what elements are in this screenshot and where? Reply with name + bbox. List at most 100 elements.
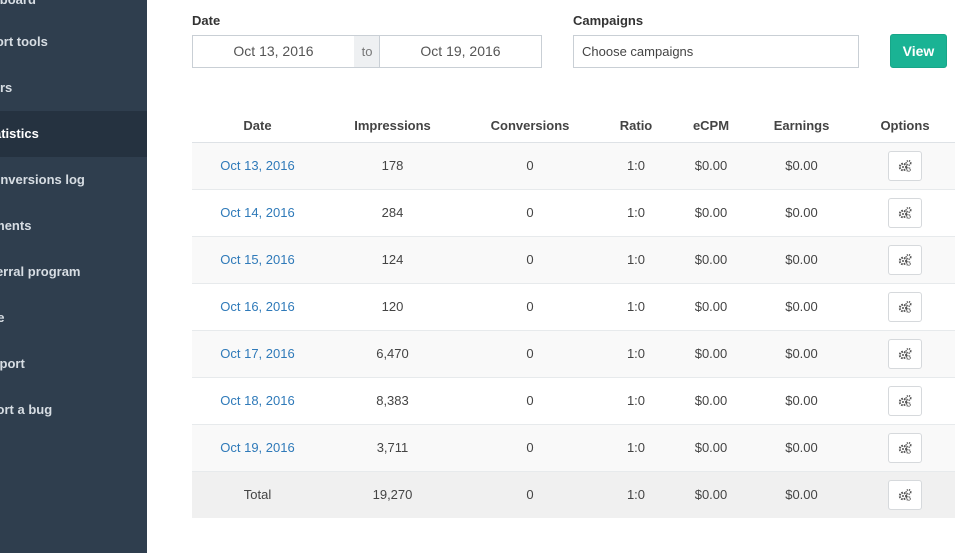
impressions-cell: 124 [323, 236, 462, 284]
date-to-input[interactable]: Oct 19, 2016 [379, 35, 542, 68]
gears-icon [898, 441, 912, 454]
ratio-cell: 1:0 [598, 330, 674, 378]
date-link[interactable]: Oct 19, 2016 [220, 440, 294, 455]
ecpm-cell: $0.00 [674, 471, 748, 518]
campaigns-select[interactable]: Choose campaigns [573, 35, 859, 68]
sidebar-item-label: Statistics [0, 126, 39, 141]
earnings-cell: $0.00 [748, 189, 855, 237]
header-ratio[interactable]: Ratio [598, 110, 674, 143]
earnings-cell: $0.00 [748, 236, 855, 284]
date-link[interactable]: Oct 17, 2016 [220, 346, 294, 361]
total-label: Total [192, 471, 323, 518]
earnings-cell: $0.00 [748, 283, 855, 331]
view-button[interactable]: View [890, 34, 947, 68]
date-label: Date [192, 13, 221, 28]
ratio-cell: 1:0 [598, 377, 674, 425]
earnings-cell: $0.00 [748, 377, 855, 425]
gears-icon [898, 253, 912, 266]
date-link[interactable]: Oct 16, 2016 [220, 299, 294, 314]
gears-icon [898, 347, 912, 360]
gears-icon [898, 488, 912, 501]
earnings-cell: $0.00 [748, 330, 855, 378]
table-row: Oct 14, 2016 284 0 1:0 $0.00 $0.00 [192, 189, 955, 237]
gears-icon [898, 300, 912, 313]
ratio-cell: 1:0 [598, 236, 674, 284]
ecpm-cell: $0.00 [674, 189, 748, 237]
options-button[interactable] [888, 479, 922, 510]
table-row: Oct 17, 2016 6,470 0 1:0 $0.00 $0.00 [192, 330, 955, 378]
ecpm-cell: $0.00 [674, 424, 748, 472]
impressions-cell: 178 [323, 142, 462, 190]
ratio-cell: 1:0 [598, 471, 674, 518]
ecpm-cell: $0.00 [674, 377, 748, 425]
table-row: Oct 15, 2016 124 0 1:0 $0.00 $0.00 [192, 236, 955, 284]
header-impressions[interactable]: Impressions [323, 110, 462, 143]
ratio-cell: 1:0 [598, 142, 674, 190]
impressions-cell: 19,270 [323, 471, 462, 518]
sidebar-item-export-tools[interactable]: Export tools [0, 19, 119, 65]
campaigns-label: Campaigns [573, 13, 644, 28]
date-link[interactable]: Oct 13, 2016 [220, 158, 294, 173]
options-button[interactable] [888, 291, 922, 322]
conversions-cell: 0 [462, 330, 598, 378]
conversions-cell: 0 [462, 471, 598, 518]
sidebar: Dashboard Export tools Offers Statistics… [0, 0, 147, 553]
date-link[interactable]: Oct 18, 2016 [220, 393, 294, 408]
date-link[interactable]: Oct 15, 2016 [220, 252, 294, 267]
date-from-input[interactable]: Oct 13, 2016 [192, 35, 355, 68]
ratio-cell: 1:0 [598, 189, 674, 237]
options-button[interactable] [888, 338, 922, 369]
gears-icon [898, 394, 912, 407]
date-link[interactable]: Oct 14, 2016 [220, 205, 294, 220]
header-options: Options [855, 110, 955, 143]
conversions-cell: 0 [462, 189, 598, 237]
table-header-row: Date Impressions Conversions Ratio eCPM … [192, 110, 955, 143]
sidebar-item-profile[interactable]: Profile [0, 295, 111, 341]
options-button[interactable] [888, 150, 922, 181]
earnings-cell: $0.00 [748, 424, 855, 472]
sidebar-item-referral-program[interactable]: Referral program [0, 249, 122, 295]
ratio-cell: 1:0 [598, 283, 674, 331]
date-to-addon: to [354, 35, 380, 68]
table-row: Oct 19, 2016 3,711 0 1:0 $0.00 $0.00 [192, 424, 955, 472]
impressions-cell: 120 [323, 283, 462, 331]
impressions-cell: 3,711 [323, 424, 462, 472]
ecpm-cell: $0.00 [674, 330, 748, 378]
ecpm-cell: $0.00 [674, 236, 748, 284]
sidebar-item-support[interactable]: Support [0, 341, 122, 387]
conversions-cell: 0 [462, 236, 598, 284]
sidebar-item-offers[interactable]: Offers [0, 65, 121, 111]
gears-icon [898, 159, 912, 172]
earnings-cell: $0.00 [748, 142, 855, 190]
table-total-row: Total 19,270 0 1:0 $0.00 $0.00 [192, 471, 955, 518]
earnings-cell: $0.00 [748, 471, 855, 518]
impressions-cell: 284 [323, 189, 462, 237]
sidebar-item-report-a-bug[interactable]: Report a bug [0, 387, 119, 433]
ecpm-cell: $0.00 [674, 142, 748, 190]
statistics-table: Date Impressions Conversions Ratio eCPM … [192, 110, 955, 518]
gears-icon [898, 206, 912, 219]
conversions-cell: 0 [462, 424, 598, 472]
impressions-cell: 8,383 [323, 377, 462, 425]
impressions-cell: 6,470 [323, 330, 462, 378]
conversions-cell: 0 [462, 283, 598, 331]
ratio-cell: 1:0 [598, 424, 674, 472]
header-conversions[interactable]: Conversions [462, 110, 598, 143]
ecpm-cell: $0.00 [674, 283, 748, 331]
options-button[interactable] [888, 197, 922, 228]
conversions-cell: 0 [462, 377, 598, 425]
sidebar-item-conversions-log[interactable]: Conversions log [0, 157, 130, 203]
table-row: Oct 13, 2016 178 0 1:0 $0.00 $0.00 [192, 142, 955, 190]
conversions-cell: 0 [462, 142, 598, 190]
options-button[interactable] [888, 385, 922, 416]
header-ecpm[interactable]: eCPM [674, 110, 748, 143]
header-earnings[interactable]: Earnings [748, 110, 855, 143]
options-button[interactable] [888, 244, 922, 275]
table-row: Oct 18, 2016 8,383 0 1:0 $0.00 $0.00 [192, 377, 955, 425]
main-content: Date Oct 13, 2016 to Oct 19, 2016 Campai… [147, 0, 970, 553]
sidebar-item-payments[interactable]: Payments [0, 203, 117, 249]
sidebar-item-statistics[interactable]: Statistics [0, 111, 147, 157]
header-date[interactable]: Date [192, 110, 323, 143]
options-button[interactable] [888, 432, 922, 463]
table-row: Oct 16, 2016 120 0 1:0 $0.00 $0.00 [192, 283, 955, 331]
